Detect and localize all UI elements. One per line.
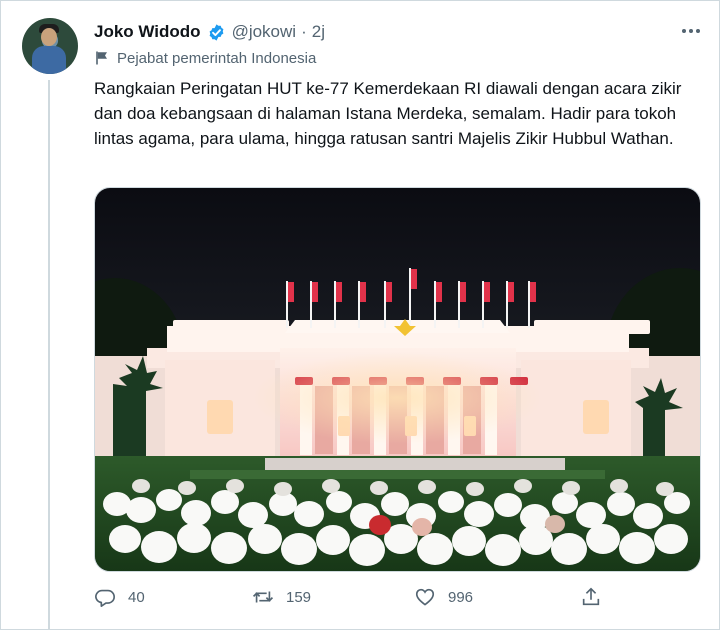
- like-button[interactable]: 996: [414, 586, 473, 608]
- tweet-text: Rangkaian Peringatan HUT ke-77 Kemerdeka…: [94, 79, 682, 148]
- government-label: Pejabat pemerintah Indonesia: [94, 48, 316, 68]
- tweet-actions: 40 159 996: [94, 586, 614, 608]
- avatar-face: [41, 28, 57, 46]
- timestamp[interactable]: 2j: [312, 22, 325, 42]
- author-handle[interactable]: @jokowi: [232, 22, 297, 42]
- verified-badge-icon: [209, 23, 223, 41]
- government-label-text: Pejabat pemerintah Indonesia: [117, 49, 317, 67]
- avatar-body: [32, 46, 66, 74]
- like-count: 996: [448, 588, 474, 606]
- reply-count: 40: [128, 588, 145, 606]
- thread-line: [48, 80, 50, 630]
- retweet-button[interactable]: 159: [252, 586, 311, 608]
- palace-photo: [95, 188, 700, 571]
- like-icon: [415, 588, 435, 606]
- reply-button[interactable]: 40: [94, 586, 145, 608]
- share-button[interactable]: [580, 586, 614, 608]
- share-icon: [582, 587, 600, 606]
- separator-dot: ·: [301, 22, 307, 41]
- tweet-photo[interactable]: [94, 187, 701, 572]
- author-name[interactable]: Joko Widodo: [94, 22, 201, 42]
- flag-icon: [96, 51, 107, 65]
- avatar[interactable]: [22, 18, 78, 74]
- tweet-header: Joko Widodo @jokowi · 2j: [94, 22, 325, 42]
- retweet-icon: [252, 591, 274, 603]
- more-icon: [682, 29, 700, 33]
- more-button[interactable]: [680, 20, 702, 42]
- retweet-count: 159: [286, 588, 312, 606]
- reply-icon: [95, 589, 115, 607]
